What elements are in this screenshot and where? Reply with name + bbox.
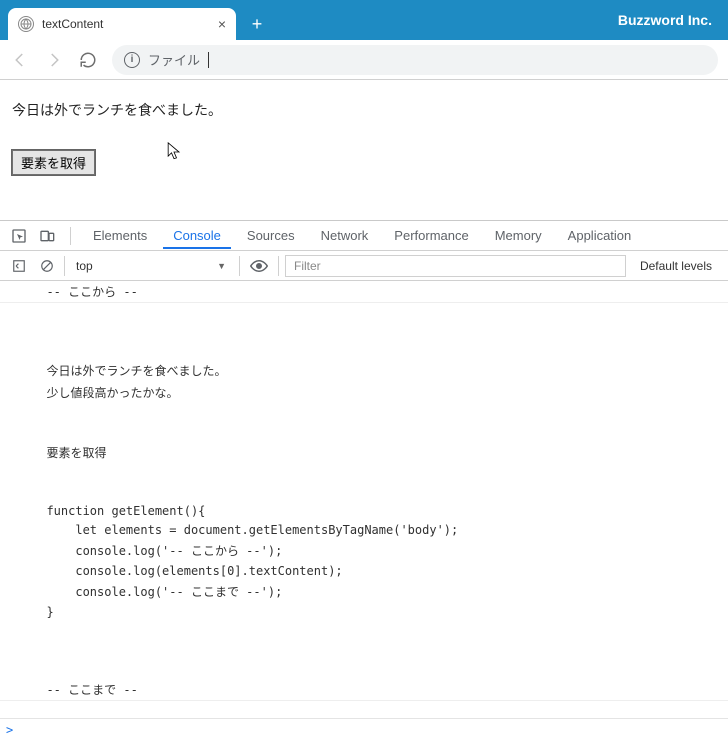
console-prompt[interactable]: > <box>0 718 728 740</box>
browser-tab-active[interactable]: textContent × <box>8 8 236 40</box>
console-line <box>0 423 728 442</box>
divider <box>239 256 240 276</box>
filter-placeholder: Filter <box>294 259 321 273</box>
console-line <box>0 483 728 502</box>
log-levels-selector[interactable]: Default levels <box>632 259 720 273</box>
devtools-panel: Elements Console Sources Network Perform… <box>0 220 728 740</box>
tab-title: textContent <box>42 17 210 31</box>
reload-button[interactable] <box>78 50 98 70</box>
console-line: 少し値段高かったかな。 <box>0 382 728 404</box>
tab-console[interactable]: Console <box>163 222 231 249</box>
forward-button[interactable] <box>44 50 64 70</box>
console-line: 今日は外でランチを食べました。 <box>0 360 728 382</box>
console-line: console.log(elements[0].textContent); <box>0 562 728 581</box>
address-bar: i ファイル <box>0 40 728 80</box>
new-tab-button[interactable]: + <box>244 11 270 37</box>
console-line: let elements = document.getElementsByTag… <box>0 521 728 540</box>
text-cursor <box>208 52 209 68</box>
prompt-chevron-icon: > <box>6 723 13 737</box>
clear-console-icon[interactable] <box>36 255 58 277</box>
context-selector[interactable]: top ▼ <box>71 255 233 277</box>
console-line: 要素を取得 <box>0 442 728 464</box>
get-element-button[interactable]: 要素を取得 <box>12 150 95 175</box>
url-box[interactable]: i ファイル <box>112 45 718 75</box>
console-line <box>0 660 728 679</box>
brand-label: Buzzword Inc. <box>618 12 712 28</box>
console-toolbar: top ▼ Filter Default levels <box>0 251 728 281</box>
console-output[interactable]: -- ここから -- 今日は外でランチを食べました。 少し値段高かったかな。 要… <box>0 281 728 718</box>
console-line: console.log('-- ここから --'); <box>0 540 728 562</box>
console-line <box>0 641 728 660</box>
back-button[interactable] <box>10 50 30 70</box>
globe-icon <box>18 16 34 32</box>
console-line <box>0 622 728 641</box>
divider <box>64 256 65 276</box>
console-line <box>0 404 728 423</box>
tab-application[interactable]: Application <box>558 222 642 249</box>
page-viewport: 今日は外でランチを食べました。 要素を取得 <box>0 80 728 220</box>
mouse-cursor-icon <box>167 142 181 162</box>
info-icon: i <box>124 52 140 68</box>
device-toggle-icon[interactable] <box>36 225 58 247</box>
console-sidebar-toggle-icon[interactable] <box>8 255 30 277</box>
divider <box>278 256 279 276</box>
console-line: -- ここから -- <box>0 281 728 303</box>
browser-titlebar: textContent × + Buzzword Inc. <box>0 0 728 40</box>
tab-memory[interactable]: Memory <box>485 222 552 249</box>
chevron-down-icon: ▼ <box>217 261 226 271</box>
console-line <box>0 322 728 341</box>
inspect-icon[interactable] <box>8 225 30 247</box>
tab-elements[interactable]: Elements <box>83 222 157 249</box>
console-line: function getElement(){ <box>0 502 728 521</box>
live-expression-icon[interactable] <box>246 255 272 277</box>
console-line: } <box>0 603 728 622</box>
console-line <box>0 303 728 322</box>
divider <box>70 227 71 245</box>
console-line: console.log('-- ここまで --'); <box>0 581 728 603</box>
console-line <box>0 464 728 483</box>
close-icon[interactable]: × <box>218 16 226 32</box>
tab-network[interactable]: Network <box>311 222 379 249</box>
tab-sources[interactable]: Sources <box>237 222 305 249</box>
console-line: -- ここまで -- <box>0 679 728 701</box>
context-value: top <box>76 259 93 273</box>
filter-input[interactable]: Filter <box>285 255 626 277</box>
page-paragraph: 今日は外でランチを食べました。 <box>12 100 716 120</box>
tab-performance[interactable]: Performance <box>384 222 478 249</box>
console-line <box>0 341 728 360</box>
url-text: ファイル <box>148 50 200 69</box>
devtools-tabs: Elements Console Sources Network Perform… <box>0 221 728 251</box>
